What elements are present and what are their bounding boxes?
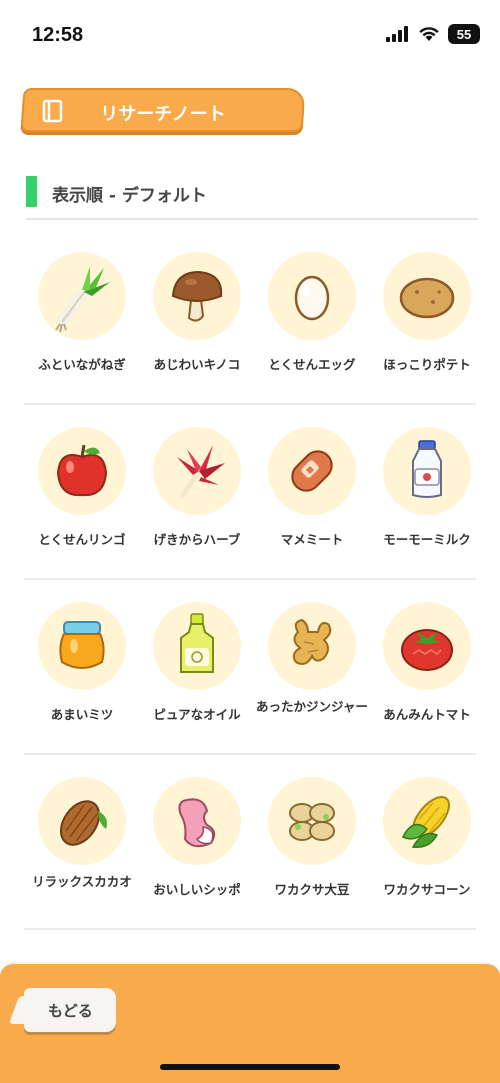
ingredient-item-tail[interactable]: おいしいシッポ	[139, 755, 255, 930]
cacao-icon	[38, 777, 126, 865]
ingredient-item-herb[interactable]: げきからハーブ	[139, 405, 255, 580]
item-name: あじわいキノコ	[153, 357, 241, 372]
item-name: げきからハーブ	[153, 532, 241, 547]
battery-indicator: 55	[448, 24, 480, 44]
item-name: ワカクサコーン	[383, 882, 471, 897]
ingredient-item-tomato[interactable]: あんみんトマト	[369, 580, 485, 755]
status-time: 12:58	[32, 24, 84, 46]
potato-icon	[383, 252, 471, 340]
grid-row: あまいミツ ピュアなオイル あったかジンジャー あんみんトマト	[24, 580, 476, 755]
soybean-icon	[268, 777, 356, 865]
corn-icon	[383, 777, 471, 865]
item-name: あんみんトマト	[383, 707, 471, 722]
sort-label: 表示順 - デフォルト	[52, 186, 207, 206]
ingredient-item-ginger[interactable]: あったかジンジャー	[254, 580, 370, 755]
status-bar: 12:58 55	[0, 0, 500, 70]
sort-accent-bar	[26, 176, 37, 207]
ginger-icon	[268, 602, 356, 690]
status-icons: 55	[386, 24, 480, 44]
ingredient-item-milk[interactable]: モーモーミルク	[369, 405, 485, 580]
grid-row: ふといながねぎ あじわいキノコ とくせんエッグ ほっこりポテト	[24, 230, 476, 405]
ingredient-item-mushroom[interactable]: あじわいキノコ	[139, 230, 255, 405]
grid-row: リラックスカカオ おいしいシッポ ワカクサ大豆 ワカクサコーン	[24, 755, 476, 930]
item-name: リラックスカカオ	[32, 874, 132, 889]
milk-icon	[383, 427, 471, 515]
item-name: とくせんエッグ	[268, 357, 356, 372]
sort-order-selector[interactable]: 表示順 - デフォルト	[26, 176, 478, 220]
grid-row: とくせんリンゴ げきからハーブ マメミート モーモーミルク	[24, 405, 476, 580]
tail-icon	[153, 777, 241, 865]
page-title: リサーチノート	[100, 104, 226, 125]
item-name: あまいミツ	[50, 707, 114, 722]
ingredient-item-honey[interactable]: あまいミツ	[24, 580, 140, 755]
ingredient-item-potato[interactable]: ほっこりポテト	[369, 230, 485, 405]
home-indicator[interactable]	[160, 1064, 340, 1070]
wifi-icon	[419, 27, 439, 41]
item-name: とくせんリンゴ	[38, 532, 126, 547]
item-name: ふといながねぎ	[38, 357, 126, 372]
signal-icon	[386, 26, 408, 42]
ingredient-item-egg[interactable]: とくせんエッグ	[254, 230, 370, 405]
ingredient-item-corn[interactable]: ワカクサコーン	[369, 755, 485, 930]
ingredient-item-cacao[interactable]: リラックスカカオ	[24, 755, 140, 930]
ingredient-item-leek[interactable]: ふといながねぎ	[24, 230, 140, 405]
ingredient-item-sausage[interactable]: マメミート	[254, 405, 370, 580]
ingredient-item-soybean[interactable]: ワカクサ大豆	[254, 755, 370, 930]
item-name: あったかジンジャー	[256, 699, 368, 714]
ingredient-item-apple[interactable]: とくせんリンゴ	[24, 405, 140, 580]
ingredient-item-oil[interactable]: ピュアなオイル	[139, 580, 255, 755]
ingredient-grid: ふといながねぎ あじわいキノコ とくせんエッグ ほっこりポテト とくせんリンゴ …	[16, 230, 484, 930]
oil-icon	[153, 602, 241, 690]
honey-icon	[38, 602, 126, 690]
back-button-label: もどる	[48, 1002, 93, 1020]
apple-icon	[38, 427, 126, 515]
item-name: マメミート	[280, 532, 344, 547]
research-note-tab: リサーチノート	[20, 88, 306, 132]
egg-icon	[268, 252, 356, 340]
item-name: モーモーミルク	[383, 532, 471, 547]
item-name: ピュアなオイル	[153, 707, 241, 722]
back-button[interactable]: もどる	[24, 988, 116, 1032]
tomato-icon	[383, 602, 471, 690]
item-name: ワカクサ大豆	[274, 882, 350, 897]
herb-icon	[153, 427, 241, 515]
leek-icon	[38, 252, 126, 340]
item-name: ほっこりポテト	[383, 357, 471, 372]
sausage-icon	[268, 427, 356, 515]
item-name: おいしいシッポ	[153, 882, 241, 897]
mushroom-icon	[153, 252, 241, 340]
